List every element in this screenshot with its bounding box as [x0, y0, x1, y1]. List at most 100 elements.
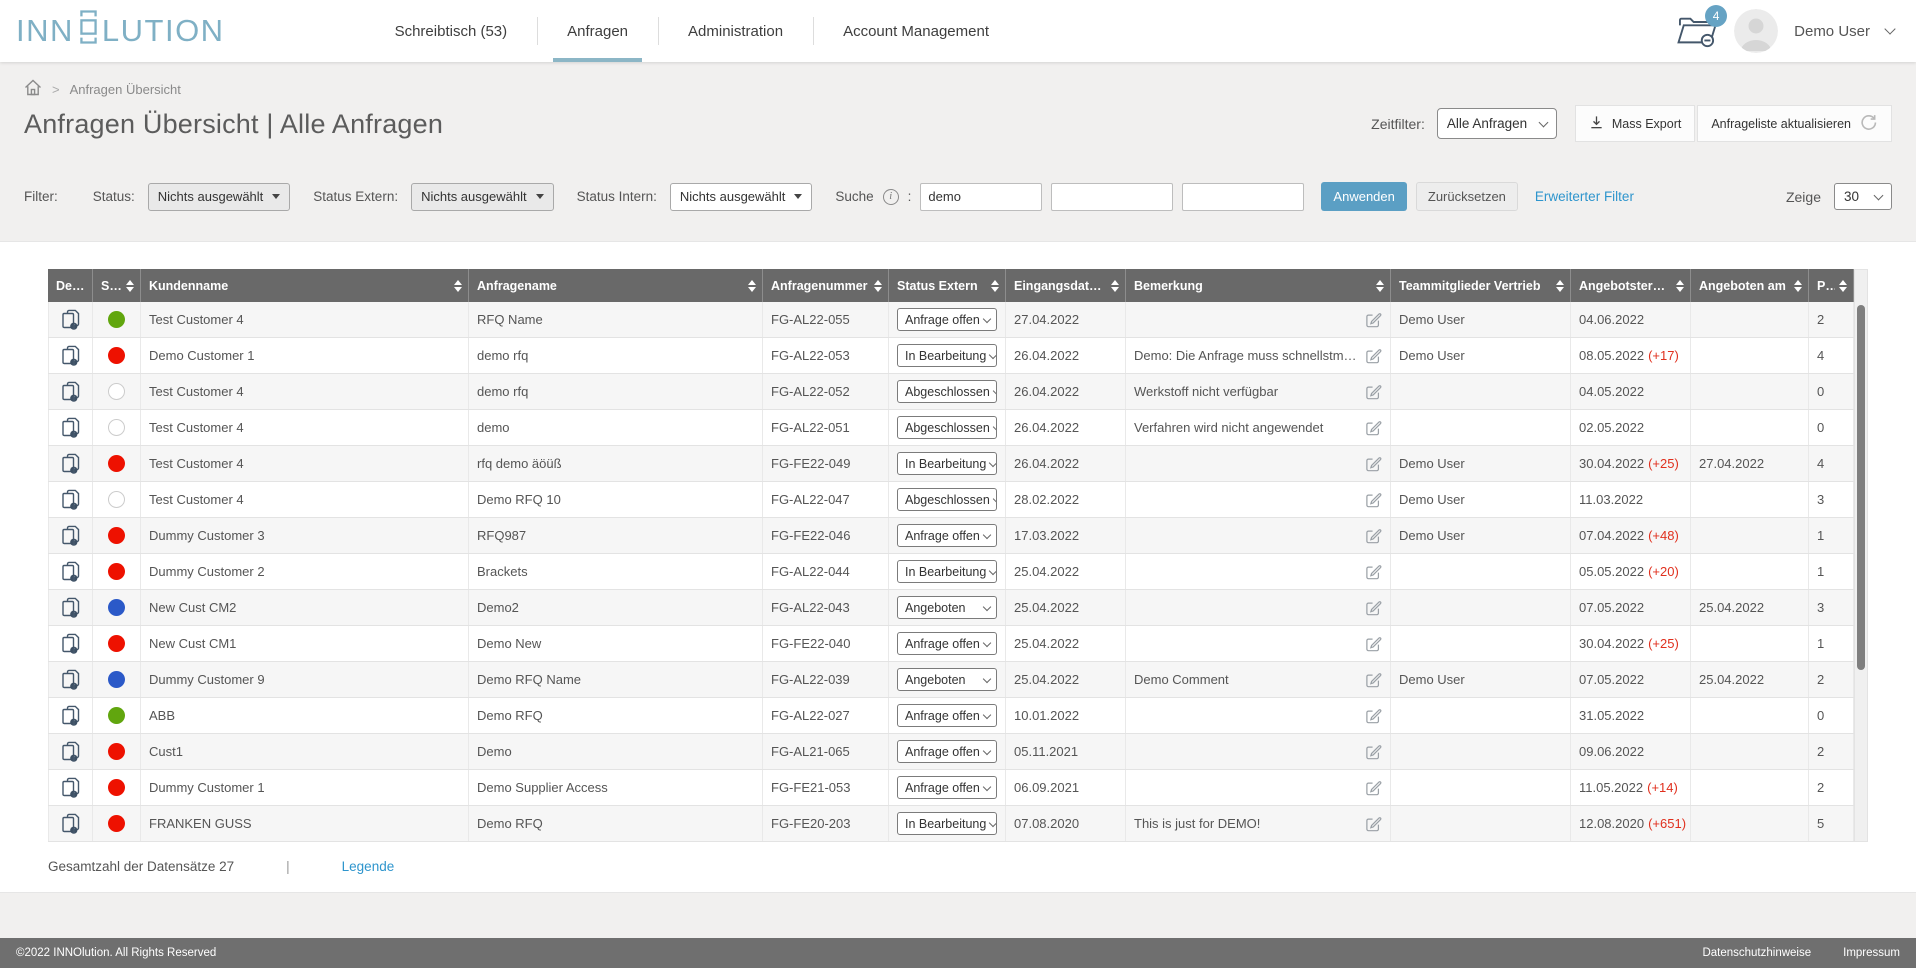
- column-label: Angebotstermi...: [1579, 279, 1672, 293]
- pending-folder-button[interactable]: 4: [1676, 13, 1718, 54]
- sort-icon[interactable]: [991, 280, 999, 292]
- status-extern-select[interactable]: Abgeschlossen: [897, 488, 997, 511]
- impressum-link[interactable]: Impressum: [1843, 947, 1900, 959]
- status-extern-select[interactable]: Anfrage offen: [897, 632, 997, 655]
- column-header-anfragename[interactable]: Anfragename: [469, 269, 763, 302]
- edit-bemerkung-icon[interactable]: [1365, 599, 1382, 616]
- chevron-down-icon[interactable]: [1884, 23, 1895, 34]
- status-extern-select[interactable]: Anfrage offen: [897, 776, 997, 799]
- sort-icon[interactable]: [126, 280, 134, 292]
- app-logo[interactable]: INNLUTION: [16, 8, 225, 54]
- details-icon[interactable]: i: [61, 561, 81, 583]
- title-row: Anfragen Übersicht | Alle Anfragen Zeitf…: [0, 99, 1916, 142]
- info-icon[interactable]: i: [883, 189, 899, 205]
- home-icon[interactable]: [24, 79, 42, 99]
- details-icon[interactable]: i: [61, 525, 81, 547]
- table-scrollbar[interactable]: [1854, 269, 1868, 842]
- search-input-1[interactable]: [920, 183, 1042, 211]
- status-extern-select[interactable]: Anfrage offen: [897, 524, 997, 547]
- edit-bemerkung-icon[interactable]: [1365, 779, 1382, 796]
- sort-icon[interactable]: [1556, 280, 1564, 292]
- edit-bemerkung-icon[interactable]: [1365, 671, 1382, 688]
- refresh-list-button[interactable]: Anfrageliste aktualisieren: [1697, 105, 1892, 142]
- datenschutz-link[interactable]: Datenschutzhinweise: [1702, 947, 1811, 959]
- edit-bemerkung-icon[interactable]: [1365, 311, 1382, 328]
- search-input-2[interactable]: [1051, 183, 1173, 211]
- edit-bemerkung-icon[interactable]: [1365, 527, 1382, 544]
- status-extern-select[interactable]: Anfrage offen: [897, 740, 997, 763]
- status-extern-select[interactable]: In Bearbeitung: [897, 344, 997, 367]
- details-icon[interactable]: i: [61, 489, 81, 511]
- sort-icon[interactable]: [748, 280, 756, 292]
- status-extern-select[interactable]: Angeboten: [897, 668, 997, 691]
- status-filter-dropdown[interactable]: Nichts ausgewählt: [148, 183, 291, 211]
- column-header-anfragenummer[interactable]: Anfragenummer: [763, 269, 889, 302]
- nav-item-anfragen[interactable]: Anfragen: [537, 0, 658, 62]
- zeitfilter-select[interactable]: Alle Anfragen: [1437, 108, 1557, 139]
- edit-bemerkung-icon[interactable]: [1365, 563, 1382, 580]
- details-icon[interactable]: i: [61, 705, 81, 727]
- sort-icon[interactable]: [1376, 280, 1384, 292]
- nav-item-schreibtisch[interactable]: Schreibtisch (53): [365, 0, 538, 62]
- search-input-3[interactable]: [1182, 183, 1304, 211]
- edit-bemerkung-icon[interactable]: [1365, 635, 1382, 652]
- sort-icon[interactable]: [1839, 280, 1847, 292]
- nav-item-administration[interactable]: Administration: [658, 0, 813, 62]
- details-icon[interactable]: i: [61, 417, 81, 439]
- details-icon[interactable]: i: [61, 813, 81, 835]
- details-icon[interactable]: i: [61, 597, 81, 619]
- column-header-eingangsdatum[interactable]: Eingangsdatum: [1006, 269, 1126, 302]
- details-icon[interactable]: i: [61, 381, 81, 403]
- summary-divider: |: [286, 859, 290, 874]
- details-icon[interactable]: i: [61, 309, 81, 331]
- status-extern-select[interactable]: Abgeschlossen: [897, 380, 997, 403]
- status-extern-select[interactable]: Anfrage offen: [897, 308, 997, 331]
- edit-bemerkung-icon[interactable]: [1365, 815, 1382, 832]
- status-extern-filter-dropdown[interactable]: Nichts ausgewählt: [411, 183, 554, 211]
- edit-bemerkung-icon[interactable]: [1365, 383, 1382, 400]
- table-row: iTest Customer 4demoFG-AL22-051Abgeschlo…: [48, 410, 1854, 446]
- details-icon[interactable]: i: [61, 345, 81, 367]
- column-header-kundenname[interactable]: Kundenname: [141, 269, 469, 302]
- status-extern-select[interactable]: Abgeschlossen: [897, 416, 997, 439]
- status-extern-select[interactable]: Angeboten: [897, 596, 997, 619]
- apply-filter-button[interactable]: Anwenden: [1321, 182, 1406, 211]
- status-extern-select[interactable]: In Bearbeitung: [897, 560, 997, 583]
- status-intern-filter-dropdown[interactable]: Nichts ausgewählt: [670, 183, 813, 211]
- edit-bemerkung-icon[interactable]: [1365, 491, 1382, 508]
- sort-icon[interactable]: [1111, 280, 1119, 292]
- sort-icon[interactable]: [1676, 280, 1684, 292]
- sort-icon[interactable]: [454, 280, 462, 292]
- sort-icon[interactable]: [1794, 280, 1802, 292]
- nav-item-account-management[interactable]: Account Management: [813, 0, 1019, 62]
- page-size-select[interactable]: 30: [1834, 183, 1892, 210]
- details-icon[interactable]: i: [61, 453, 81, 475]
- details-icon[interactable]: i: [61, 633, 81, 655]
- details-icon[interactable]: i: [61, 777, 81, 799]
- column-header-angeboten-am[interactable]: Angeboten am: [1691, 269, 1809, 302]
- edit-bemerkung-icon[interactable]: [1365, 347, 1382, 364]
- column-header-angebotstermi[interactable]: Angebotstermi...: [1571, 269, 1691, 302]
- column-header-bemerkung[interactable]: Bemerkung: [1126, 269, 1391, 302]
- details-icon[interactable]: i: [61, 669, 81, 691]
- status-extern-value: Abgeschlossen: [905, 421, 990, 435]
- column-header-teammitglieder-vertrieb[interactable]: Teammitglieder Vertrieb: [1391, 269, 1571, 302]
- legend-link[interactable]: Legende: [342, 859, 395, 874]
- edit-bemerkung-icon[interactable]: [1365, 743, 1382, 760]
- edit-bemerkung-icon[interactable]: [1365, 455, 1382, 472]
- edit-bemerkung-icon[interactable]: [1365, 707, 1382, 724]
- details-icon[interactable]: i: [61, 741, 81, 763]
- column-header-status-extern[interactable]: Status Extern: [889, 269, 1006, 302]
- avatar[interactable]: [1734, 9, 1778, 53]
- advanced-filter-link[interactable]: Erweiterter Filter: [1535, 189, 1634, 204]
- sort-icon[interactable]: [874, 280, 882, 292]
- status-extern-select[interactable]: In Bearbeitung: [897, 812, 997, 835]
- edit-bemerkung-icon[interactable]: [1365, 419, 1382, 436]
- column-header-status[interactable]: Status: [93, 269, 141, 302]
- reset-filter-button[interactable]: Zurücksetzen: [1416, 182, 1518, 211]
- column-header-posi[interactable]: Posi...: [1809, 269, 1854, 302]
- mass-export-button[interactable]: Mass Export: [1575, 105, 1695, 142]
- scrollbar-thumb[interactable]: [1857, 305, 1865, 670]
- status-extern-select[interactable]: Anfrage offen: [897, 704, 997, 727]
- status-extern-select[interactable]: In Bearbeitung: [897, 452, 997, 475]
